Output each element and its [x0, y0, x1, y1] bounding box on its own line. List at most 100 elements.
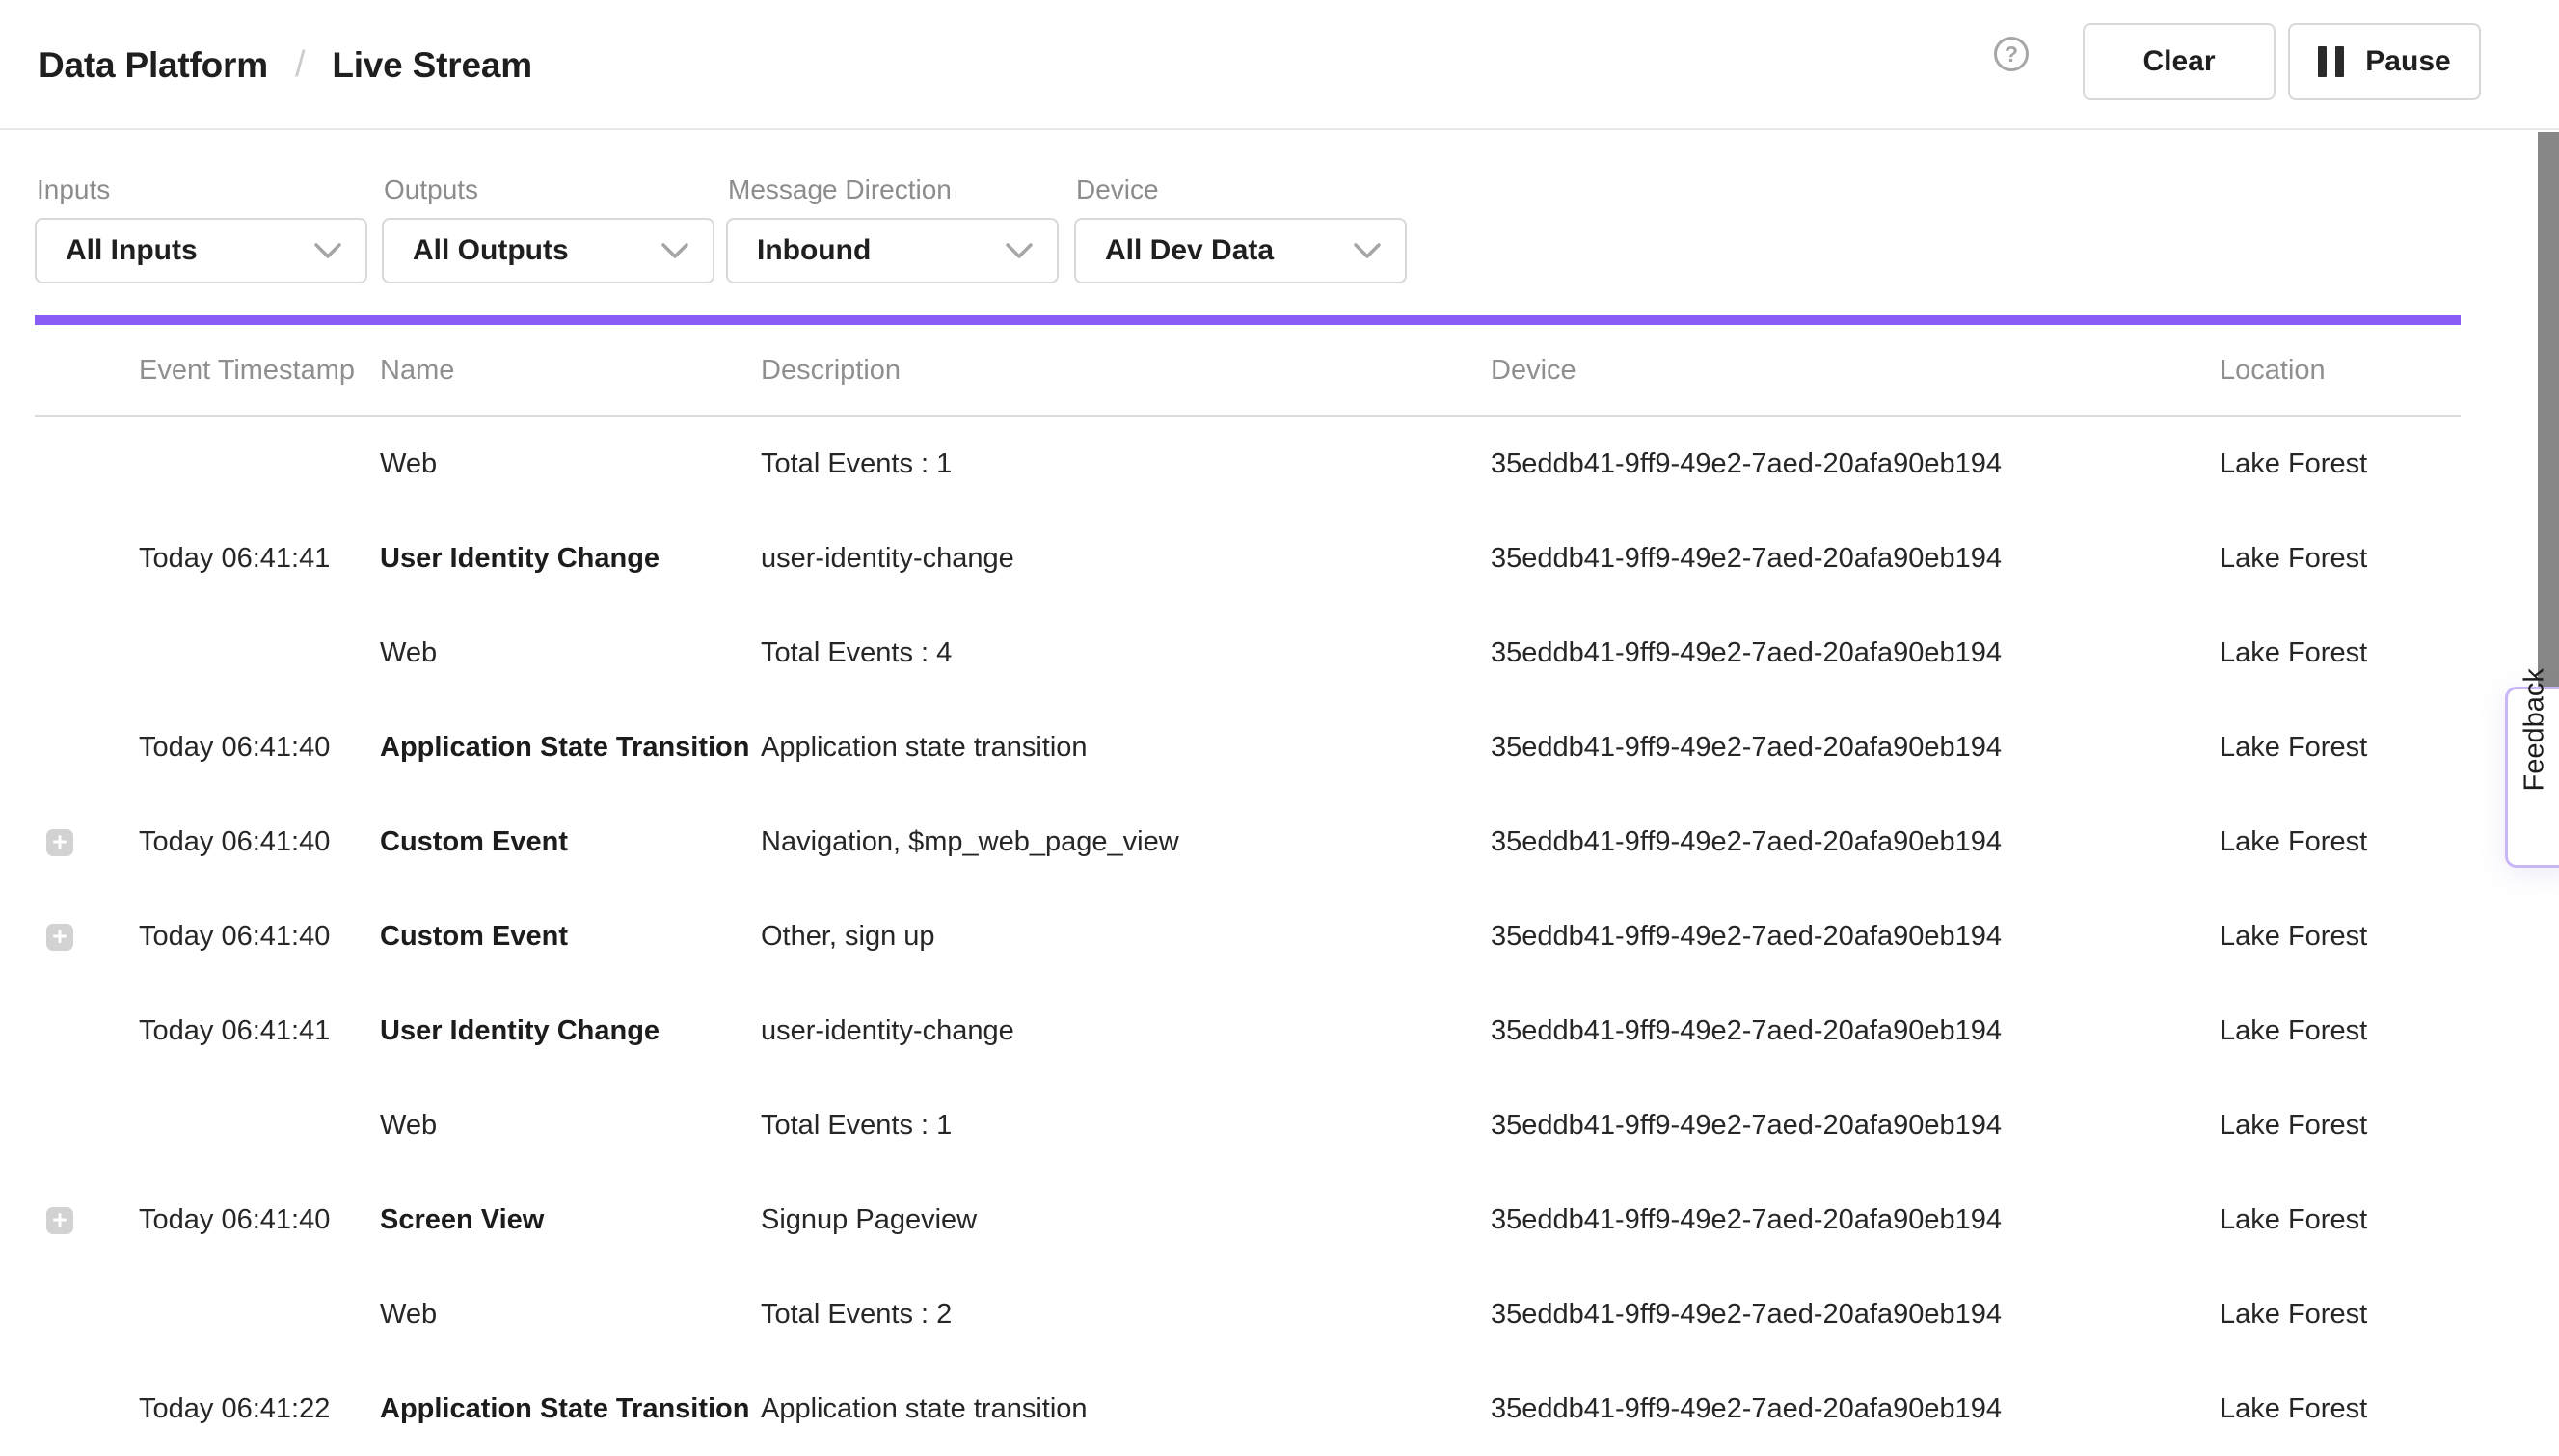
- table-header: Event Timestamp Name Description Device …: [0, 325, 2559, 416]
- event-device-id: 35eddb41-9ff9-49e2-7aed-20afa90eb194: [1491, 606, 2002, 700]
- filter-outputs-label: Outputs: [384, 175, 478, 205]
- event-timestamp: Today 06:41:40: [139, 795, 330, 889]
- table-body: Web Total Events : 1 35eddb41-9ff9-49e2-7a…: [0, 417, 2559, 1456]
- outputs-dropdown[interactable]: All Outputs: [382, 218, 714, 283]
- chevron-down-icon: [660, 242, 689, 259]
- clear-button-label: Clear: [2142, 45, 2215, 78]
- event-description: Total Events : 1: [761, 1078, 952, 1173]
- event-description: Total Events : 4: [761, 606, 952, 700]
- chevron-down-icon: [313, 242, 342, 259]
- breadcrumb-separator: /: [295, 44, 305, 86]
- event-device-id: 35eddb41-9ff9-49e2-7aed-20afa90eb194: [1491, 511, 2002, 606]
- event-description: Application state transition: [761, 700, 1088, 795]
- event-location: Lake Forest: [2220, 1267, 2367, 1362]
- column-header-name: Name: [380, 325, 454, 416]
- filters-bar: Inputs All Inputs Outputs All Outputs Me…: [0, 132, 2559, 315]
- table-row[interactable]: Web Total Events : 1 35eddb41-9ff9-49e2-7a…: [0, 1078, 2559, 1173]
- outputs-dropdown-value: All Outputs: [413, 234, 569, 267]
- event-location: Lake Forest: [2220, 984, 2367, 1078]
- event-device-id: 35eddb41-9ff9-49e2-7aed-20afa90eb194: [1491, 795, 2002, 889]
- table-row[interactable]: Today 06:41:22Application State Transiti…: [0, 1362, 2559, 1456]
- event-timestamp: Today 06:41:41: [139, 984, 330, 1078]
- event-name: User Identity Change: [380, 511, 660, 606]
- feedback-tab[interactable]: Feedback: [2505, 687, 2559, 868]
- message-direction-dropdown[interactable]: Inbound: [726, 218, 1059, 283]
- breadcrumb: Data Platform / Live Stream: [39, 0, 532, 130]
- event-name: User Identity Change: [380, 984, 660, 1078]
- event-description: Navigation, $mp_web_page_view: [761, 795, 1179, 889]
- event-timestamp: Today 06:41:40: [139, 700, 330, 795]
- table-row[interactable]: + Today 06:41:40 Custom Event Navigation, $…: [0, 795, 2559, 889]
- event-location: Lake Forest: [2220, 511, 2367, 606]
- event-location: Lake Forest: [2220, 1078, 2367, 1173]
- chevron-down-icon: [1005, 242, 1034, 259]
- column-header-location: Location: [2220, 325, 2326, 416]
- event-name: Custom Event: [380, 889, 568, 984]
- filter-inputs-label: Inputs: [37, 175, 110, 205]
- event-device-id: 35eddb41-9ff9-49e2-7aed-20afa90eb194: [1491, 700, 2002, 795]
- event-name: Web: [380, 606, 437, 700]
- column-header-event-timestamp: Event Timestamp: [139, 325, 355, 416]
- event-device-id: 35eddb41-9ff9-49e2-7aed-20afa90eb194: [1491, 417, 2002, 511]
- event-location: Lake Forest: [2220, 606, 2367, 700]
- event-description: Application state transition: [761, 1362, 1088, 1456]
- filter-message-direction-label: Message Direction: [728, 175, 952, 205]
- filter-device-label: Device: [1076, 175, 1159, 205]
- event-description: user-identity-change: [761, 984, 1014, 1078]
- event-device-id: 35eddb41-9ff9-49e2-7aed-20afa90eb194: [1491, 1267, 2002, 1362]
- event-location: Lake Forest: [2220, 1362, 2367, 1456]
- expand-plus-icon[interactable]: +: [46, 829, 73, 856]
- help-glyph: ?: [2005, 41, 2018, 67]
- breadcrumb-data-platform[interactable]: Data Platform: [39, 45, 268, 86]
- table-row[interactable]: Web Total Events : 1 35eddb41-9ff9-49e2-7a…: [0, 417, 2559, 511]
- vertical-scrollbar-thumb[interactable]: [2538, 132, 2559, 711]
- expand-plus-icon[interactable]: +: [46, 924, 73, 951]
- event-name: Web: [380, 1267, 437, 1362]
- accent-divider: [35, 315, 2461, 325]
- message-direction-dropdown-value: Inbound: [757, 234, 871, 267]
- table-row[interactable]: Today 06:41:41 User Identity Change user-i…: [0, 984, 2559, 1078]
- event-location: Lake Forest: [2220, 1173, 2367, 1267]
- table-row[interactable]: + Today 06:41:40 Custom Event Other, sign u…: [0, 889, 2559, 984]
- event-device-id: 35eddb41-9ff9-49e2-7aed-20afa90eb194: [1491, 889, 2002, 984]
- pause-button[interactable]: Pause: [2288, 23, 2481, 100]
- breadcrumb-live-stream: Live Stream: [332, 45, 532, 86]
- pause-icon: [2318, 46, 2344, 77]
- event-timestamp: Today 06:41:41: [139, 511, 330, 606]
- device-dropdown-value: All Dev Data: [1105, 234, 1274, 267]
- event-name: Screen View: [380, 1173, 544, 1267]
- event-device-id: 35eddb41-9ff9-49e2-7aed-20afa90eb194: [1491, 1078, 2002, 1173]
- event-name: Web: [380, 1078, 437, 1173]
- pause-button-label: Pause: [2365, 45, 2450, 78]
- inputs-dropdown[interactable]: All Inputs: [35, 218, 367, 283]
- event-location: Lake Forest: [2220, 889, 2367, 984]
- device-dropdown[interactable]: All Dev Data: [1074, 218, 1407, 283]
- table-row[interactable]: Web Total Events : 4 35eddb41-9ff9-49e2-7a…: [0, 606, 2559, 700]
- column-header-device: Device: [1491, 325, 1576, 416]
- table-row[interactable]: +Today 06:41:40Screen ViewSignup Pagevie…: [0, 1173, 2559, 1267]
- event-device-id: 35eddb41-9ff9-49e2-7aed-20afa90eb194: [1491, 1362, 2002, 1456]
- table-row[interactable]: Today 06:41:40 Application State Transiti…: [0, 700, 2559, 795]
- help-icon[interactable]: ?: [1994, 37, 2029, 71]
- feedback-tab-label: Feedback: [2519, 764, 2551, 791]
- event-name: Application State Transition: [380, 700, 750, 795]
- event-name: Web: [380, 417, 437, 511]
- column-header-description: Description: [761, 325, 901, 416]
- event-device-id: 35eddb41-9ff9-49e2-7aed-20afa90eb194: [1491, 1173, 2002, 1267]
- table-row[interactable]: Web Total Events : 2 35eddb41-9ff9-49e2-7a…: [0, 1267, 2559, 1362]
- event-location: Lake Forest: [2220, 700, 2367, 795]
- event-description: Signup Pageview: [761, 1173, 977, 1267]
- event-description: Other, sign up: [761, 889, 935, 984]
- event-description: Total Events : 2: [761, 1267, 952, 1362]
- table-row[interactable]: Today 06:41:41User Identity Changeuser-i…: [0, 511, 2559, 606]
- event-timestamp: Today 06:41:40: [139, 889, 330, 984]
- event-name: Custom Event: [380, 795, 568, 889]
- clear-button[interactable]: Clear: [2083, 23, 2276, 100]
- event-location: Lake Forest: [2220, 417, 2367, 511]
- event-name: Application State Transition: [380, 1362, 750, 1456]
- event-location: Lake Forest: [2220, 795, 2367, 889]
- expand-plus-icon[interactable]: +: [46, 1207, 73, 1234]
- event-description: Total Events : 1: [761, 417, 952, 511]
- event-device-id: 35eddb41-9ff9-49e2-7aed-20afa90eb194: [1491, 984, 2002, 1078]
- chevron-down-icon: [1353, 242, 1382, 259]
